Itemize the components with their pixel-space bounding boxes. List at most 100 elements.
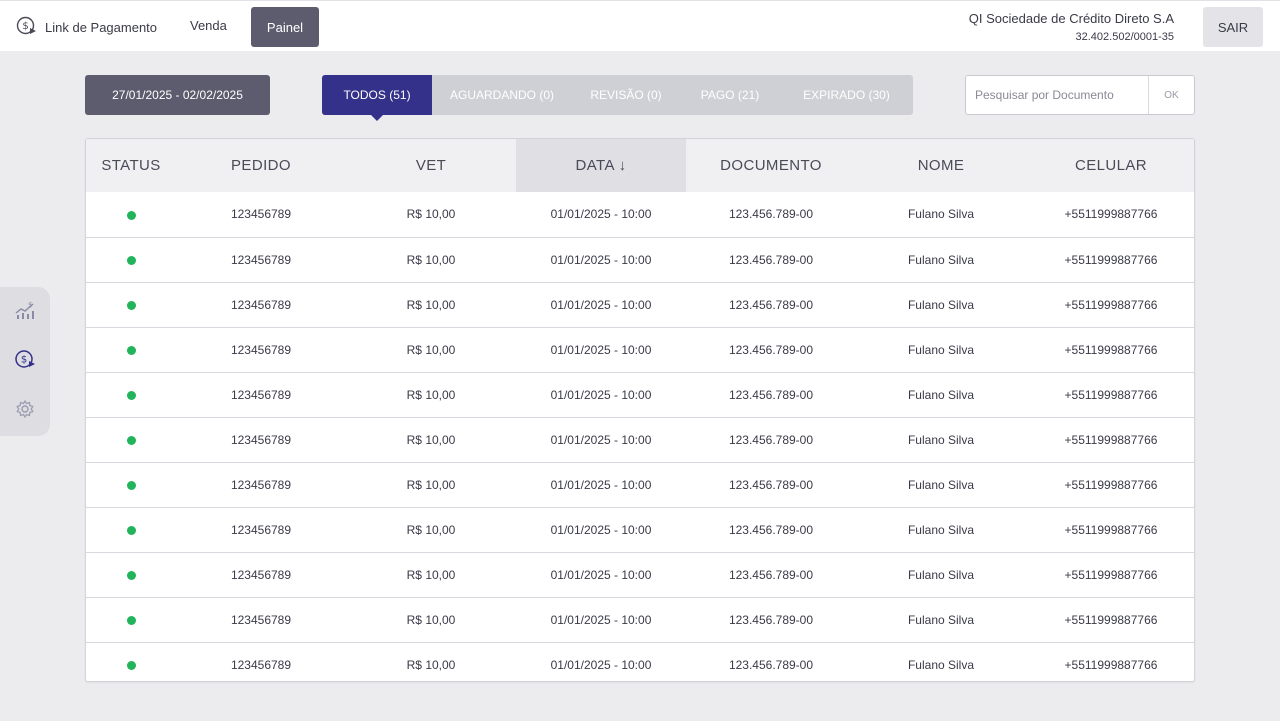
cell-pedido: 123456789	[176, 372, 346, 418]
cell-pedido: 123456789	[176, 507, 346, 553]
brand-label: Link de Pagamento	[45, 19, 158, 35]
cell-vet: R$ 10,00	[346, 642, 516, 681]
table-row[interactable]: 123456789 R$ 10,00 01/01/2025 - 10:00 123.4…	[86, 462, 1194, 508]
status-dot-icon	[126, 660, 136, 670]
table-row[interactable]: 123456789 R$ 10,00 01/01/2025 - 10:00 123.4…	[86, 192, 1194, 238]
tab-revisao[interactable]: REVISÃO (0)	[572, 75, 680, 115]
table-row[interactable]: 123456789 R$ 10,00 01/01/2025 - 10:00 123.4…	[86, 417, 1194, 463]
cell-vet: R$ 10,00	[346, 552, 516, 598]
tab-expirado[interactable]: EXPIRADO (30)	[780, 75, 913, 115]
cell-data: 01/01/2025 - 10:00	[516, 642, 686, 681]
search-input[interactable]	[966, 76, 1148, 114]
column-data[interactable]: DATA ↓	[516, 139, 686, 192]
status-dot-icon	[126, 435, 136, 445]
cell-data: 01/01/2025 - 10:00	[516, 552, 686, 598]
cell-documento: 123.456.789-00	[686, 237, 856, 283]
table-row[interactable]: 123456789 R$ 10,00 01/01/2025 - 10:00 123.4…	[86, 507, 1194, 553]
company-info: QI Sociedade de Crédito Direto S.A 32.40…	[969, 11, 1174, 43]
cell-celular: +5511999887766	[1026, 192, 1194, 238]
cell-pedido: 123456789	[176, 597, 346, 643]
cell-nome: Fulano Silva	[856, 282, 1026, 328]
cell-data: 01/01/2025 - 10:00	[516, 417, 686, 463]
cell-data: 01/01/2025 - 10:00	[516, 462, 686, 508]
cell-status	[86, 327, 176, 373]
table-row[interactable]: 123456789 R$ 10,00 01/01/2025 - 10:00 123.4…	[86, 237, 1194, 283]
tab-todos[interactable]: TODOS (51)	[322, 75, 432, 121]
tab-pago[interactable]: PAGO (21)	[680, 75, 780, 115]
cell-pedido: 123456789	[176, 642, 346, 681]
brand-link[interactable]: $ Link de Pagamento	[16, 15, 158, 39]
status-dot-icon	[126, 345, 136, 355]
cell-data: 01/01/2025 - 10:00	[516, 237, 686, 283]
rail-dashboard[interactable]: $	[14, 301, 36, 323]
cell-documento: 123.456.789-00	[686, 597, 856, 643]
status-dot-icon	[126, 570, 136, 580]
cell-documento: 123.456.789-00	[686, 417, 856, 463]
rail-settings[interactable]	[14, 399, 36, 422]
cell-vet: R$ 10,00	[346, 237, 516, 283]
cell-pedido: 123456789	[176, 237, 346, 283]
cell-documento: 123.456.789-00	[686, 372, 856, 418]
company-name: QI Sociedade de Crédito Direto S.A	[968, 11, 1174, 26]
column-status[interactable]: STATUS	[86, 139, 176, 192]
status-dot-icon	[126, 615, 136, 625]
table-header-row: STATUS PEDIDO VET DATA ↓ DOCUMENTO NOME …	[86, 139, 1194, 192]
cell-documento: 123.456.789-00	[686, 507, 856, 553]
column-vet[interactable]: VET	[346, 139, 516, 192]
column-pedido[interactable]: PEDIDO	[176, 139, 346, 192]
cell-status	[86, 417, 176, 463]
tab-aguardando[interactable]: AGUARDANDO (0)	[432, 75, 572, 115]
cell-vet: R$ 10,00	[346, 372, 516, 418]
status-dot-icon	[126, 390, 136, 400]
side-rail: $ $	[0, 287, 50, 436]
cell-documento: 123.456.789-00	[686, 462, 856, 508]
cell-vet: R$ 10,00	[346, 597, 516, 643]
cell-celular: +5511999887766	[1026, 597, 1194, 643]
cell-nome: Fulano Silva	[856, 552, 1026, 598]
cell-vet: R$ 10,00	[346, 282, 516, 328]
table-row[interactable]: 123456789 R$ 10,00 01/01/2025 - 10:00 123.4…	[86, 597, 1194, 643]
cell-data: 01/01/2025 - 10:00	[516, 282, 686, 328]
svg-text:$: $	[22, 21, 28, 32]
table-row[interactable]: 123456789 R$ 10,00 01/01/2025 - 10:00 123.4…	[86, 327, 1194, 373]
nav-venda[interactable]: Venda	[190, 18, 227, 33]
cell-vet: R$ 10,00	[346, 417, 516, 463]
cell-documento: 123.456.789-00	[686, 327, 856, 373]
cell-documento: 123.456.789-00	[686, 552, 856, 598]
svg-text:$: $	[21, 354, 27, 365]
cell-vet: R$ 10,00	[346, 327, 516, 373]
cell-nome: Fulano Silva	[856, 192, 1026, 238]
table-row[interactable]: 123456789 R$ 10,00 01/01/2025 - 10:00 123.4…	[86, 552, 1194, 598]
dollar-send-icon: $	[16, 15, 37, 39]
cell-vet: R$ 10,00	[346, 507, 516, 553]
table-row[interactable]: 123456789 R$ 10,00 01/01/2025 - 10:00 123.4…	[86, 372, 1194, 418]
nav-painel[interactable]: Painel	[251, 7, 319, 47]
table-row[interactable]: 123456789 R$ 10,00 01/01/2025 - 10:00 123.4…	[86, 282, 1194, 328]
column-nome[interactable]: NOME	[856, 139, 1026, 192]
date-range-button[interactable]: 27/01/2025 - 02/02/2025	[85, 75, 270, 115]
company-cnpj: 32.402.502/0001-35	[1075, 31, 1174, 43]
cell-celular: +5511999887766	[1026, 507, 1194, 553]
logout-button[interactable]: SAIR	[1203, 7, 1263, 47]
cell-status	[86, 552, 176, 598]
column-celular[interactable]: CELULAR	[1026, 139, 1194, 192]
cell-status	[86, 462, 176, 508]
dollar-send-icon: $	[14, 348, 36, 375]
rail-payment-link[interactable]: $	[14, 348, 36, 375]
status-dot-icon	[126, 255, 136, 265]
table-row[interactable]: 123456789 R$ 10,00 01/01/2025 - 10:00 123.4…	[86, 642, 1194, 681]
cell-documento: 123.456.789-00	[686, 282, 856, 328]
cell-celular: +5511999887766	[1026, 552, 1194, 598]
search-ok-button[interactable]: OK	[1148, 76, 1194, 114]
cell-pedido: 123456789	[176, 282, 346, 328]
cell-data: 01/01/2025 - 10:00	[516, 507, 686, 553]
cell-nome: Fulano Silva	[856, 642, 1026, 681]
status-dot-icon	[126, 210, 136, 220]
cell-pedido: 123456789	[176, 417, 346, 463]
cell-pedido: 123456789	[176, 552, 346, 598]
column-documento[interactable]: DOCUMENTO	[686, 139, 856, 192]
cell-vet: R$ 10,00	[346, 462, 516, 508]
status-dot-icon	[126, 525, 136, 535]
cell-data: 01/01/2025 - 10:00	[516, 597, 686, 643]
search-box: OK	[965, 75, 1195, 115]
